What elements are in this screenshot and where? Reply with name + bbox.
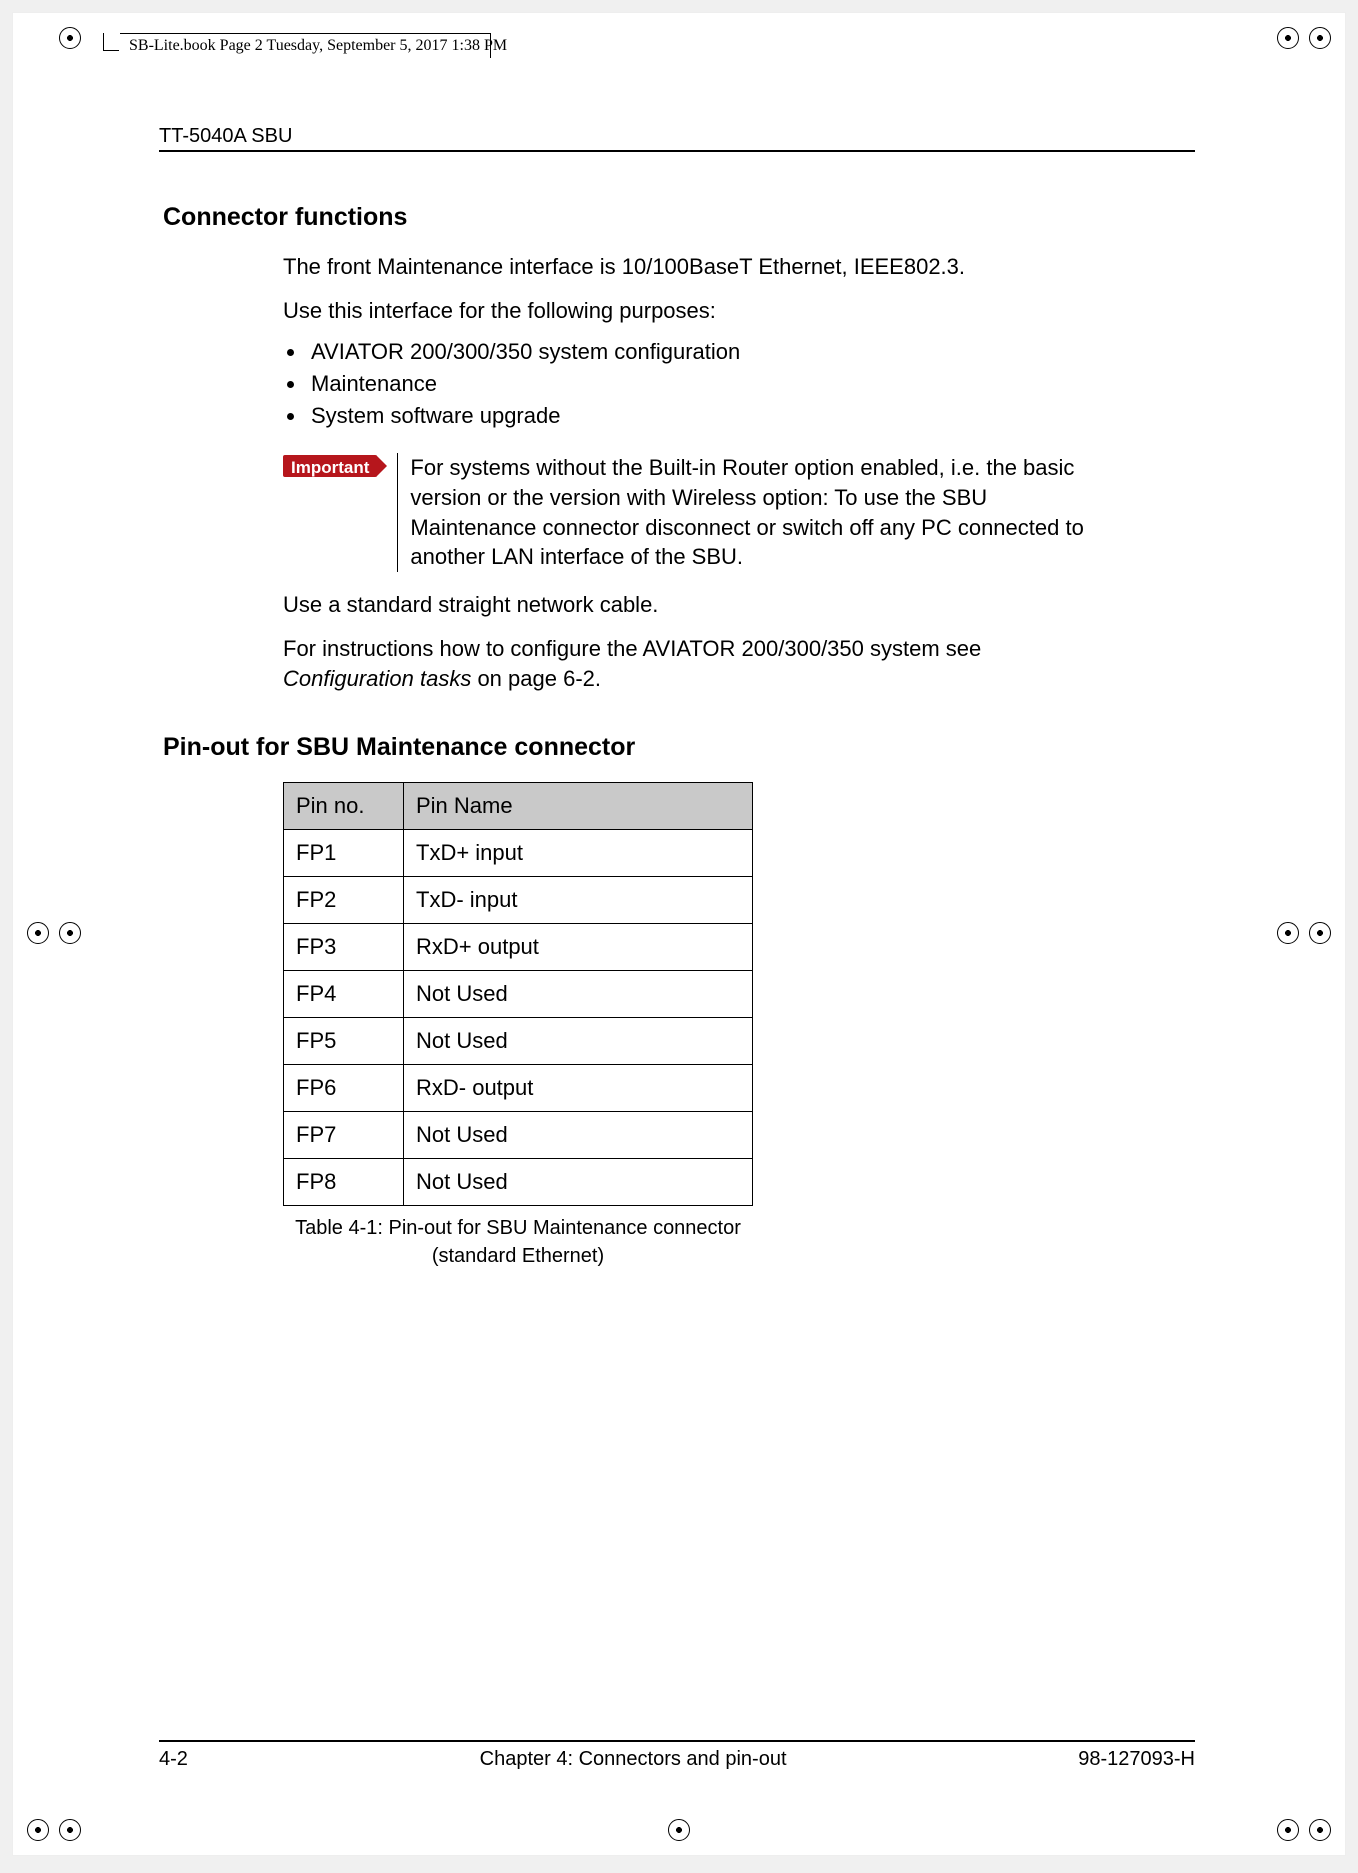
table-row: FP7Not Used [284, 1112, 753, 1159]
section-title: Connector functions [163, 203, 1093, 232]
important-tag: Important [283, 455, 377, 477]
table-row: FP2TxD- input [284, 877, 753, 924]
table-caption: Table 4-1: Pin-out for SBU Maintenance c… [283, 1214, 753, 1270]
imposition-stamp: SB-Lite.book Page 2 Tuesday, September 5… [129, 37, 507, 55]
cross-reference: Configuration tasks [283, 666, 471, 691]
body-text: Use a standard straight network cable. [283, 590, 1093, 620]
fiducial-icon [23, 918, 53, 948]
fiducial-icon [1273, 1815, 1303, 1845]
pinout-table: Pin no. Pin Name FP1TxD+ input FP2TxD- i… [283, 782, 753, 1206]
fiducial-icon [55, 1815, 85, 1845]
running-head: TT-5040A SBU [159, 125, 1195, 152]
fiducial-icon [1305, 23, 1335, 53]
fiducial-icon [1273, 23, 1303, 53]
fiducial-icon [1305, 1815, 1335, 1845]
fiducial-icon [1305, 918, 1335, 948]
bullet-item: Maintenance [307, 371, 1093, 397]
table-row: FP8Not Used [284, 1159, 753, 1206]
fiducial-icon [664, 1815, 694, 1845]
body-text: For instructions how to configure the AV… [283, 634, 1093, 693]
table-row: FP6RxD- output [284, 1065, 753, 1112]
col-header: Pin Name [404, 783, 753, 830]
crop-box-icon [103, 33, 119, 51]
important-callout: Important For systems without the Built-… [283, 453, 1093, 572]
table-row: FP5Not Used [284, 1018, 753, 1065]
fiducial-icon [55, 918, 85, 948]
fiducial-icon [55, 23, 85, 53]
body-text: Use this interface for the following pur… [283, 296, 1093, 326]
table-row: FP1TxD+ input [284, 830, 753, 877]
table-row: FP4Not Used [284, 971, 753, 1018]
chapter-title: Chapter 4: Connectors and pin-out [480, 1748, 787, 1771]
page-number: 4-2 [159, 1748, 188, 1771]
fiducial-icon [23, 1815, 53, 1845]
table-row: FP3RxD+ output [284, 924, 753, 971]
bullet-item: AVIATOR 200/300/350 system configuration [307, 339, 1093, 365]
callout-text: For systems without the Built-in Router … [397, 453, 1093, 572]
fiducial-icon [1273, 918, 1303, 948]
document-number: 98-127093-H [1078, 1748, 1195, 1771]
col-header: Pin no. [284, 783, 404, 830]
section-title: Pin-out for SBU Maintenance connector [163, 733, 1093, 762]
bullet-list: AVIATOR 200/300/350 system configuration… [283, 339, 1093, 429]
bullet-item: System software upgrade [307, 403, 1093, 429]
body-text: The front Maintenance interface is 10/10… [283, 252, 1093, 282]
